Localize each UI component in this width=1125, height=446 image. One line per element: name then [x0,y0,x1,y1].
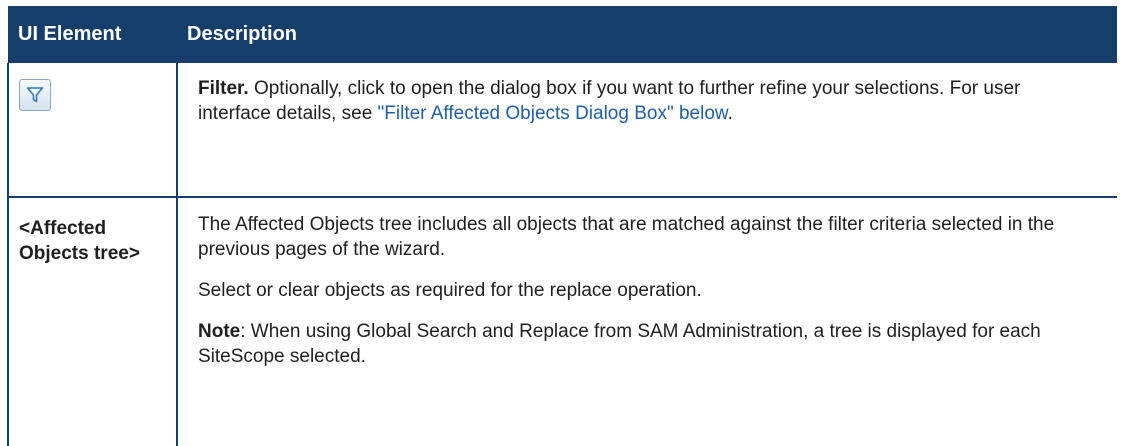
tree-note-paragraph: Note: When using Global Search and Repla… [198,319,1091,369]
filter-dialog-link[interactable]: "Filter Affected Objects Dialog Box" bel… [378,103,728,124]
filter-button[interactable] [19,79,51,111]
filter-title: Filter. [198,78,249,99]
affected-objects-tree-label: <Affected Objects tree> [19,218,140,264]
note-label: Note [198,321,241,342]
filter-text-end: . [727,103,733,124]
description-cell-filter: Filter. Optionally, click to open the di… [176,63,1117,198]
tree-select-paragraph: Select or clear objects as required for … [198,280,702,301]
element-cell-tree: <Affected Objects tree> [7,197,177,446]
table-row-affected-objects-tree: <Affected Objects tree> The Affected Obj… [7,197,1117,446]
ui-element-table: UI Element Description Filter. Optionall… [7,6,1117,446]
header-description: Description [177,6,1117,63]
filter-icon [26,87,44,103]
table-header-row: UI Element Description [8,6,1117,63]
tree-description-paragraph: The Affected Objects tree includes all o… [198,214,1055,260]
element-cell-filter [7,63,177,198]
table-row-filter: Filter. Optionally, click to open the di… [7,63,1117,198]
description-cell-tree: The Affected Objects tree includes all o… [176,197,1117,446]
header-ui-element: UI Element [8,6,177,63]
note-text: : When using Global Search and Replace f… [198,321,1041,367]
